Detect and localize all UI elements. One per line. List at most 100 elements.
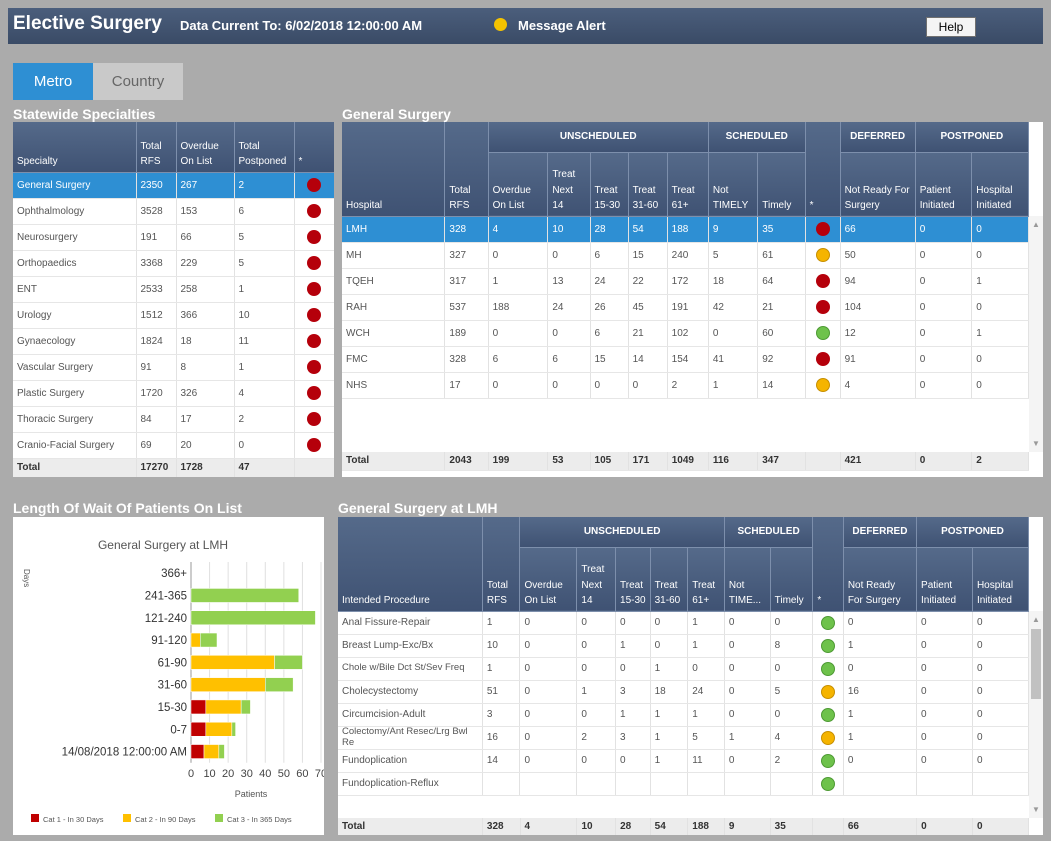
pr-col-4[interactable]: Treat 15-30 — [615, 547, 651, 612]
scroll-down-icon[interactable]: ▼ — [1032, 439, 1040, 448]
col-postponed[interactable]: Total Postponed — [234, 122, 295, 173]
table-row[interactable]: Fundoplication-Reflux — [338, 772, 1030, 796]
gs-col-11[interactable]: Patient Initiated — [915, 152, 973, 217]
chart-bar-segment[interactable] — [203, 744, 220, 759]
help-button[interactable]: Help — [926, 17, 976, 37]
col-overdue[interactable]: Overdue On List — [176, 122, 235, 173]
gs-col-hospital[interactable]: Hospital — [342, 122, 446, 217]
overdue-cell: 366 — [176, 302, 235, 329]
chart-bar-segment[interactable] — [190, 744, 205, 759]
gs-col-5[interactable]: Treat 31-60 — [628, 152, 668, 217]
pr-col-procedure[interactable]: Intended Procedure — [338, 517, 483, 612]
col-total-rfs[interactable]: Total RFS — [136, 122, 177, 173]
table-row[interactable]: LMH 328 4 10 28 54 188 9 35 66 0 0 — [342, 216, 1029, 243]
table-row[interactable]: Fundoplication 14 0 0 0 1 11 0 2 0 0 0 — [338, 749, 1030, 773]
scroll-thumb[interactable] — [1031, 629, 1041, 699]
value-cell: 328 — [444, 216, 489, 243]
gs-col-status[interactable]: * — [805, 122, 841, 217]
chart-bar-segment[interactable] — [190, 699, 207, 715]
chart-bar-segment[interactable] — [190, 610, 316, 625]
statewide-row[interactable]: Urology 1512 366 10 — [13, 302, 334, 329]
chart-bar-segment[interactable] — [200, 632, 218, 648]
statewide-row[interactable]: Ophthalmology 3528 153 6 — [13, 198, 334, 225]
chart-bar-segment[interactable] — [218, 744, 225, 759]
message-alert-icon[interactable] — [494, 18, 507, 31]
message-alert-link[interactable]: Message Alert — [518, 18, 606, 33]
pr-col-12[interactable]: Hospital Initiated — [972, 547, 1030, 612]
chart-bar-segment[interactable] — [205, 722, 233, 737]
status-red-icon — [307, 178, 321, 192]
gs-scrollbar[interactable]: ▲ ▼ — [1029, 216, 1043, 452]
col-specialty[interactable]: Specialty — [13, 122, 137, 173]
table-row[interactable]: TQEH 317 1 13 24 22 172 18 64 94 0 1 — [342, 268, 1029, 295]
statewide-row[interactable]: General Surgery 2350 267 2 — [13, 172, 334, 199]
pr-col-11[interactable]: Patient Initiated — [916, 547, 973, 612]
rfs-cell: 1720 — [136, 380, 177, 407]
pr-scrollbar[interactable]: ▲ ▼ — [1029, 611, 1043, 818]
gs-col-6[interactable]: Treat 61+ — [667, 152, 709, 217]
chart-bar-segment[interactable] — [190, 677, 266, 692]
pr-col-6[interactable]: Treat 61+ — [687, 547, 725, 612]
gs-col-2[interactable]: Overdue On List — [488, 152, 549, 217]
chart-bar-segment[interactable] — [240, 699, 251, 715]
statewide-row[interactable]: Plastic Surgery 1720 326 4 — [13, 380, 334, 407]
table-row[interactable]: Breast Lump-Exc/Bx 10 0 0 1 0 1 0 8 1 0 0 — [338, 634, 1030, 658]
scroll-up-icon[interactable]: ▲ — [1032, 220, 1040, 229]
gs-col-12[interactable]: Hospital Initiated — [971, 152, 1029, 217]
status-green-icon — [821, 776, 836, 791]
statewide-row[interactable]: Vascular Surgery 91 8 1 — [13, 354, 334, 381]
value-cell: 1 — [482, 657, 521, 681]
tab-metro[interactable]: Metro — [13, 63, 93, 100]
chart-bar-segment[interactable] — [265, 677, 294, 692]
status-red-icon — [307, 360, 321, 374]
table-row[interactable]: RAH 537 188 24 26 45 191 42 21 104 0 0 — [342, 294, 1029, 321]
pr-col-3[interactable]: Treat Next 14 — [576, 547, 617, 612]
tab-country[interactable]: Country — [93, 63, 183, 100]
table-row[interactable]: FMC 328 6 6 15 14 154 41 92 91 0 0 — [342, 346, 1029, 373]
statewide-row[interactable]: Thoracic Surgery 84 17 2 — [13, 406, 334, 433]
table-row[interactable]: Circumcision-Adult 3 0 0 1 1 1 0 0 1 0 0 — [338, 703, 1030, 727]
value-cell: 0 — [576, 634, 617, 658]
value-cell: 0 — [576, 657, 617, 681]
col-status[interactable]: * — [294, 122, 334, 173]
table-row[interactable]: Anal Fissure-Repair 1 0 0 0 0 1 0 0 0 0 0 — [338, 611, 1030, 635]
gs-col-total-rfs[interactable]: Total RFS — [444, 122, 489, 217]
gs-col-8[interactable]: Timely — [757, 152, 806, 217]
scroll-down-icon[interactable]: ▼ — [1032, 805, 1040, 814]
value-cell: 328 — [444, 346, 489, 373]
statewide-row[interactable]: Gynaecology 1824 18 11 — [13, 328, 334, 355]
statewide-row[interactable]: ENT 2533 258 1 — [13, 276, 334, 303]
chart-bar-segment[interactable] — [190, 722, 207, 737]
gs-col-4[interactable]: Treat 15-30 — [590, 152, 629, 217]
gs-col-7[interactable]: Not TIMELY — [708, 152, 759, 217]
table-row[interactable]: MH 327 0 0 6 15 240 5 61 50 0 0 — [342, 242, 1029, 269]
chart-bar-segment[interactable] — [190, 588, 299, 603]
statewide-row[interactable]: Orthopaedics 3368 229 5 — [13, 250, 334, 277]
pr-col-10[interactable]: Not Ready For Surgery — [843, 547, 918, 612]
table-row[interactable]: WCH 189 0 0 6 21 102 0 60 12 0 1 — [342, 320, 1029, 347]
chart-bar-segment[interactable] — [231, 722, 236, 737]
pr-col-7[interactable]: Not TIME... — [724, 547, 771, 612]
chart-bar-segment[interactable] — [274, 655, 303, 670]
chart-bar-segment[interactable] — [205, 699, 242, 715]
value-cell: 0 — [547, 372, 591, 399]
gs-col-3[interactable]: Treat Next 14 — [547, 152, 591, 217]
pr-col-8[interactable]: Timely — [770, 547, 814, 612]
statewide-row[interactable]: Cranio-Facial Surgery 69 20 0 — [13, 432, 334, 459]
table-row[interactable]: Cholecystectomy 51 0 1 3 18 24 0 5 16 0 0 — [338, 680, 1030, 704]
gs-col-10[interactable]: Not Ready For Surgery — [840, 152, 916, 217]
pr-col-2[interactable]: Overdue On List — [519, 547, 578, 612]
statewide-row[interactable]: Neurosurgery 191 66 5 — [13, 224, 334, 251]
table-row[interactable]: Colectomy/Ant Resec/Lrg Bwl Re 16 0 2 3 1 5 1 4 1… — [338, 726, 1030, 750]
pr-col-total-rfs[interactable]: Total RFS — [482, 517, 521, 612]
pr-col-5[interactable]: Treat 31-60 — [650, 547, 689, 612]
status-cell — [812, 749, 844, 773]
pr-col-status[interactable]: * — [812, 517, 844, 612]
table-row[interactable]: NHS 17 0 0 0 0 2 1 14 4 0 0 — [342, 372, 1029, 399]
value-cell: 0 — [770, 703, 814, 727]
table-row[interactable]: Chole w/Bile Dct St/Sev Freq 1 0 0 0 1 0 0 0 0 0 0 — [338, 657, 1030, 681]
chart-bar-segment[interactable] — [190, 655, 275, 670]
chart-bar-segment[interactable] — [190, 632, 201, 648]
total-cell: 10 — [576, 818, 617, 835]
scroll-up-icon[interactable]: ▲ — [1032, 615, 1040, 624]
